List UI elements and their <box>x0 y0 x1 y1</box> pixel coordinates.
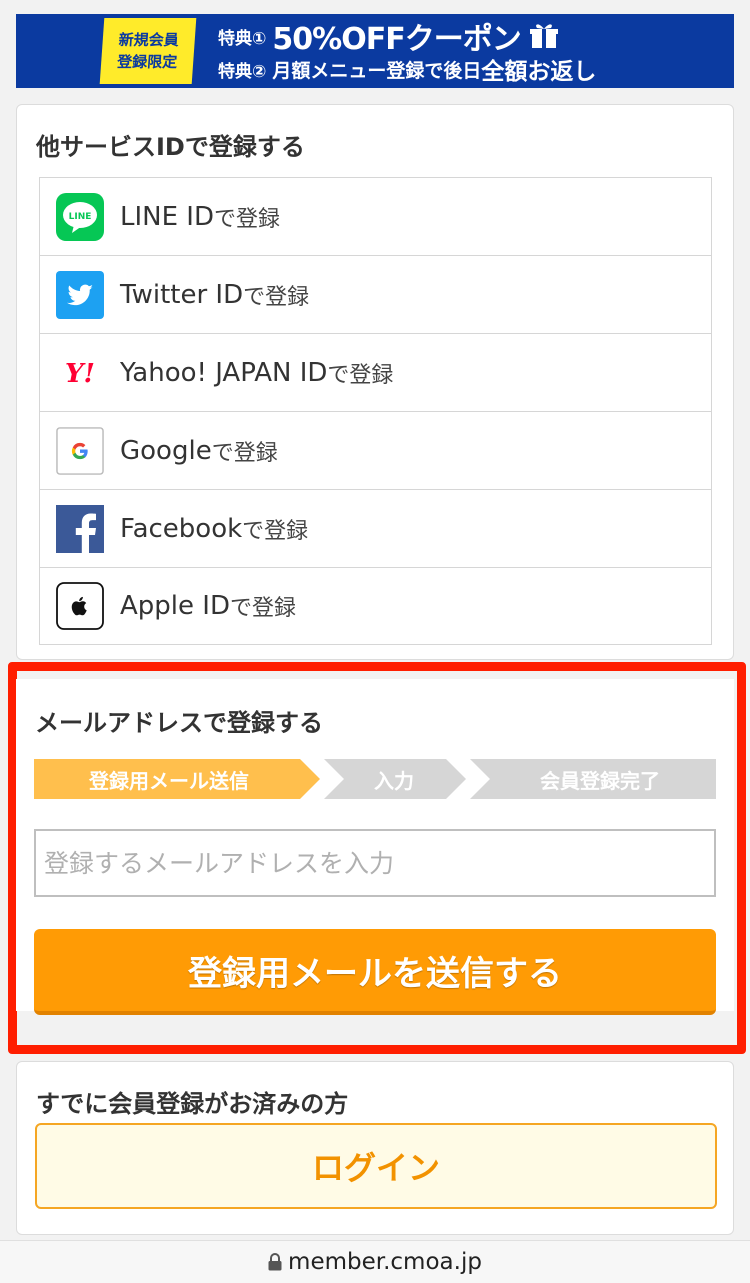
signup-line-suffix: で登録 <box>213 206 280 232</box>
signup-google-button[interactable]: Google で登録 <box>40 412 711 490</box>
social-signup-list: LINE LINE ID で登録 Twitter ID で登録 Y! Yahoo… <box>39 177 712 645</box>
svg-text:Y!: Y! <box>65 359 95 389</box>
browser-address-bar[interactable]: member.cmoa.jp <box>0 1240 750 1283</box>
perk1-label: 特典① <box>218 28 267 49</box>
signup-apple-button[interactable]: Apple ID で登録 <box>40 568 711 644</box>
perk2-label: 特典② <box>218 61 267 82</box>
signup-line-label: LINE ID <box>120 201 214 232</box>
banner-perk-1: 特典① 50%OFFクーポン <box>218 18 596 57</box>
google-icon <box>56 426 104 475</box>
banner-tag-line2: 登録限定 <box>116 53 178 71</box>
banner-new-member-tag: 新規会員 登録限定 <box>99 18 197 84</box>
social-signup-title: 他サービスIDで登録する <box>36 133 305 161</box>
banner-perk-2: 特典② 月額メニュー登録で後日 全額お返し <box>218 54 597 85</box>
signup-twitter-label: Twitter ID <box>120 279 244 310</box>
signup-apple-suffix: で登録 <box>229 596 296 621</box>
social-signup-card: 他サービスIDで登録する LINE LINE ID で登録 Twitter ID… <box>16 104 734 660</box>
step-send-email: 登録用メール送信 <box>89 768 249 793</box>
signup-yahoo-suffix: で登録 <box>327 362 394 388</box>
twitter-icon <box>56 270 104 319</box>
signup-facebook-label: Facebook <box>120 513 243 544</box>
email-signup-title: メールアドレスで登録する <box>35 709 323 737</box>
yahoo-icon: Y! <box>56 349 104 397</box>
step-complete: 会員登録完了 <box>540 768 660 793</box>
signup-google-suffix: で登録 <box>211 440 278 466</box>
lock-icon <box>268 1253 282 1271</box>
email-signup-card: メールアドレスで登録する 登録用メール送信 入力 会員登録完了 登録用メールを送… <box>16 679 734 1015</box>
signup-facebook-button[interactable]: Facebook で登録 <box>40 490 711 568</box>
line-icon: LINE <box>56 192 104 241</box>
signup-apple-label: Apple ID <box>120 591 230 621</box>
apple-icon <box>56 582 104 630</box>
existing-member-card: すでに会員登録がお済みの方 ログイン <box>16 1061 734 1235</box>
login-button[interactable]: ログイン <box>35 1123 717 1209</box>
signup-twitter-button[interactable]: Twitter ID で登録 <box>40 256 711 334</box>
promo-banner[interactable]: 新規会員 登録限定 特典① 50%OFFクーポン 特典② 月額メニュー登録で後日… <box>16 14 734 88</box>
facebook-icon <box>56 504 104 553</box>
signup-line-button[interactable]: LINE LINE ID で登録 <box>40 178 711 256</box>
banner-tag-line1: 新規会員 <box>118 31 180 49</box>
existing-member-title: すでに会員登録がお済みの方 <box>36 1090 349 1118</box>
send-registration-email-button[interactable]: 登録用メールを送信する <box>34 929 716 1015</box>
signup-twitter-suffix: で登録 <box>243 284 310 310</box>
signup-yahoo-label: Yahoo! JAPAN ID <box>120 357 328 388</box>
banner-perks: 特典① 50%OFFクーポン 特典② 月額メニュー登録で後日 全額お返し <box>218 18 597 85</box>
signup-facebook-suffix: で登録 <box>242 518 309 544</box>
address-url: member.cmoa.jp <box>288 1249 482 1275</box>
signup-yahoo-button[interactable]: Y! Yahoo! JAPAN ID で登録 <box>40 334 711 412</box>
perk2-text: 月額メニュー登録で後日 <box>272 59 482 82</box>
signup-progress-steps: 登録用メール送信 入力 会員登録完了 <box>34 759 716 799</box>
gift-icon <box>529 22 559 50</box>
email-input[interactable] <box>34 829 716 897</box>
svg-text:LINE: LINE <box>69 212 92 222</box>
signup-google-label: Google <box>120 435 212 466</box>
step-input: 入力 <box>374 768 414 793</box>
perk2-emphasis: 全額お返し <box>481 59 597 85</box>
